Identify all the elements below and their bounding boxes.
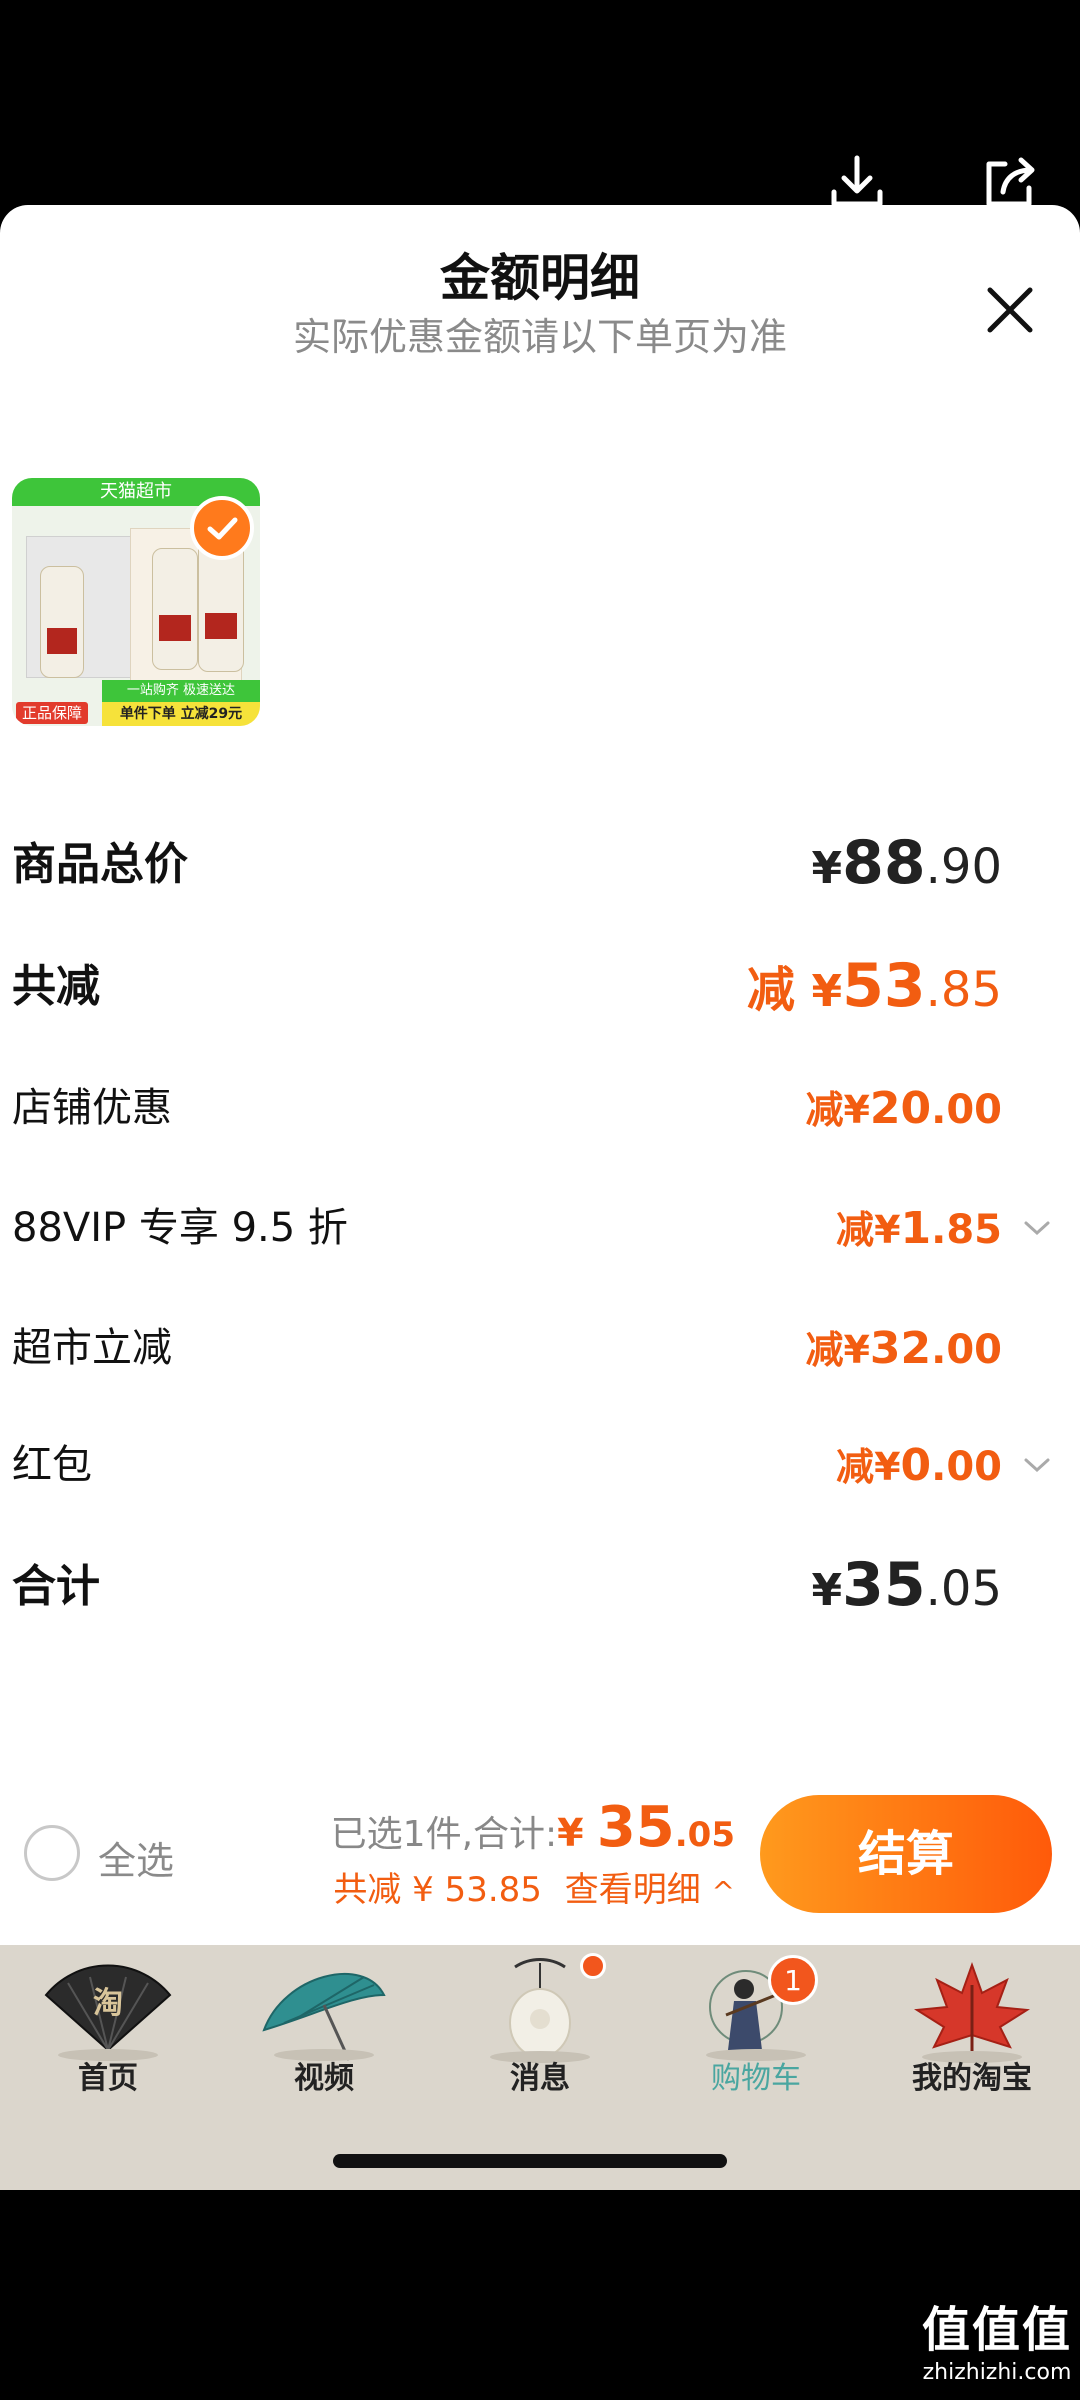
umbrella-icon xyxy=(262,1972,386,2061)
row-amount: 减¥20.00 xyxy=(805,1083,1002,1134)
row-amount: 减¥1.85 xyxy=(836,1203,1002,1254)
watermark: 值值值 zhizhizhi.com xyxy=(922,2290,1072,2385)
row-store-discount: 店铺优惠 减¥20.00 xyxy=(12,1075,1052,1145)
row-total-discount: 共减 减 ¥53.85 xyxy=(12,950,1052,1021)
row-red-packet[interactable]: 红包 减¥0.00 xyxy=(12,1432,1052,1502)
detail-link[interactable]: 查看明细 xyxy=(565,1870,701,1910)
beer-can-image xyxy=(152,548,198,670)
row-label: 88VIP 专享 9.5 折 xyxy=(12,1205,348,1251)
chevron-up-icon: ^ xyxy=(711,1875,735,1908)
guarantee-badge: 正品保障 xyxy=(16,702,89,724)
folding-fan-icon: 淘 xyxy=(44,1964,172,2061)
tab-label: 视频 xyxy=(294,2061,354,2096)
row-amount: 减¥0.00 xyxy=(836,1440,1002,1491)
select-all-label[interactable]: 全选 xyxy=(98,1830,174,1885)
unread-dot xyxy=(580,1953,606,1979)
svg-text:淘: 淘 xyxy=(93,1986,123,2021)
beer-can-image xyxy=(40,566,84,678)
watermark-url: zhizhizhi.com xyxy=(922,2360,1072,2385)
sheet-subtitle: 实际优惠金额请以下单页为准 xyxy=(292,315,787,359)
row-grand-total: 合计 ¥35.05 xyxy=(12,1550,1052,1620)
sheet-title: 金额明细 xyxy=(440,249,640,307)
home-indicator[interactable] xyxy=(333,2154,727,2168)
top-bar xyxy=(0,0,1080,205)
row-amount: 减 ¥53.85 xyxy=(746,951,1002,1021)
tab-label: 消息 xyxy=(510,2061,570,2096)
row-label: 超市立减 xyxy=(12,1325,172,1371)
maple-leaf-icon xyxy=(914,1962,1030,2063)
chevron-down-icon[interactable] xyxy=(1022,1213,1052,1243)
select-all-radio[interactable] xyxy=(24,1825,80,1881)
checkout-button[interactable]: 结算 xyxy=(760,1795,1052,1913)
selected-summary: 已选1件,合计:¥ 35.05 xyxy=(330,1795,735,1860)
row-amount: ¥88.90 xyxy=(811,828,1002,898)
row-label: 商品总价 xyxy=(12,839,188,890)
promo-banner-top: 一站购齐 极速送达 xyxy=(102,680,260,702)
tab-label: 我的淘宝 xyxy=(912,2061,1032,2096)
watermark-logo: 值值值 xyxy=(921,2302,1072,2358)
row-amount: 减¥32.00 xyxy=(805,1323,1002,1374)
discount-summary[interactable]: 共减 ¥ 53.85 查看明细 ^ xyxy=(333,1862,735,1911)
discount-text: 共减 ¥ 53.85 xyxy=(333,1870,542,1910)
row-amount: ¥35.05 xyxy=(811,1550,1002,1620)
cart-badge: 1 xyxy=(768,1955,818,2005)
row-supermarket-discount: 超市立减 减¥32.00 xyxy=(12,1315,1052,1385)
promo-banner: 单件下单 立减29元 xyxy=(102,702,260,726)
close-icon[interactable] xyxy=(975,275,1045,345)
product-thumbnail[interactable]: 天猫超市 一站购齐 极速送达 单件下单 立减29元 正品保障 xyxy=(12,478,260,726)
row-88vip-discount[interactable]: 88VIP 专享 9.5 折 减¥1.85 xyxy=(12,1195,1052,1265)
row-label: 合计 xyxy=(12,1561,100,1612)
tab-my-taobao[interactable]: 我的淘宝 xyxy=(864,1945,1080,2190)
selected-check-icon[interactable] xyxy=(190,496,254,560)
tab-label: 购物车 xyxy=(711,2061,801,2096)
chevron-down-icon[interactable] xyxy=(1022,1450,1052,1480)
tab-home[interactable]: 淘 首页 xyxy=(0,1945,216,2190)
row-label: 共减 xyxy=(12,961,100,1012)
tab-label: 首页 xyxy=(78,2061,138,2096)
row-goods-total: 商品总价 ¥88.90 xyxy=(12,828,1052,898)
row-label: 店铺优惠 xyxy=(12,1085,172,1131)
row-label: 红包 xyxy=(12,1442,92,1488)
